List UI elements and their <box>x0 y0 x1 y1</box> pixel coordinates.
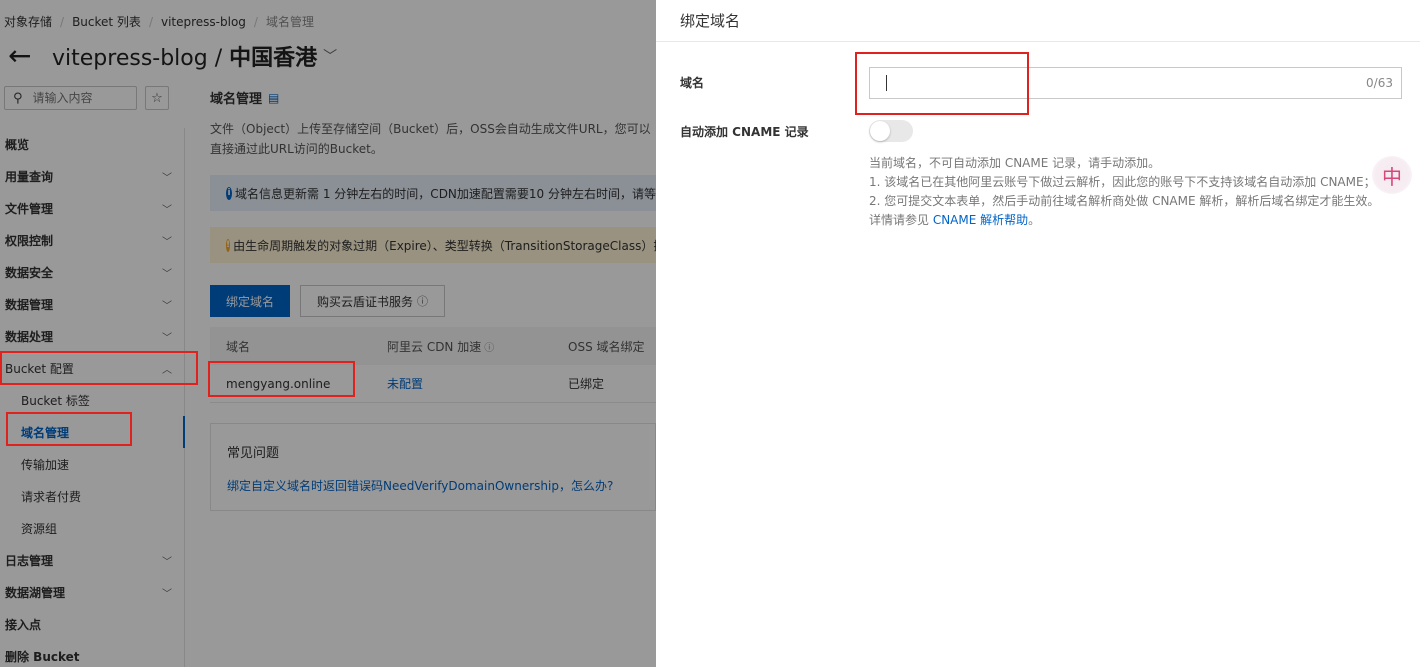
annotation-box-domain-menu <box>6 412 132 446</box>
annotation-box-domain-cell <box>208 361 355 397</box>
bucket-domain-page: 对象存储 / Bucket 列表 / vitepress-blog / 域名管理… <box>0 0 656 667</box>
cname-help-text: 当前域名，不可自动添加 CNAME 记录，请手动添加。 1. 该域名已在其他阿里… <box>869 154 1379 230</box>
annotation-box-domain-input <box>855 52 1029 115</box>
help-line: 当前域名，不可自动添加 CNAME 记录，请手动添加。 <box>869 156 1161 170</box>
annotation-box-bucket-config <box>0 351 198 385</box>
help-prefix: 详情请参见 <box>869 213 933 227</box>
help-line: 2. 您可提交文本表单，然后手动前往域名解析商处做 CNAME 解析，解析后域名… <box>869 194 1380 208</box>
help-line: 1. 该域名已在其他阿里云账号下做过云解析，因此您的账号下不支持该域名自动添加 … <box>869 175 1376 189</box>
drawer-title: 绑定域名 <box>656 0 1420 42</box>
cname-help-link[interactable]: CNAME 解析帮助 <box>933 213 1028 227</box>
help-line: 详情请参见 CNAME 解析帮助。 <box>869 211 1379 230</box>
ime-indicator-icon[interactable]: 中 <box>1372 156 1412 194</box>
char-counter: 0/63 <box>1366 76 1393 90</box>
toggle-knob <box>870 121 890 141</box>
help-suffix: 。 <box>1028 213 1041 227</box>
cname-toggle[interactable] <box>869 120 913 142</box>
domain-label: 域名 <box>680 76 705 90</box>
cname-label: 自动添加 CNAME 记录 <box>680 125 809 139</box>
modal-backdrop[interactable] <box>0 0 656 667</box>
bind-domain-drawer: 绑定域名 域名 0/63 自动添加 CNAME 记录 当前域名，不可自动添加 C… <box>656 0 1420 667</box>
